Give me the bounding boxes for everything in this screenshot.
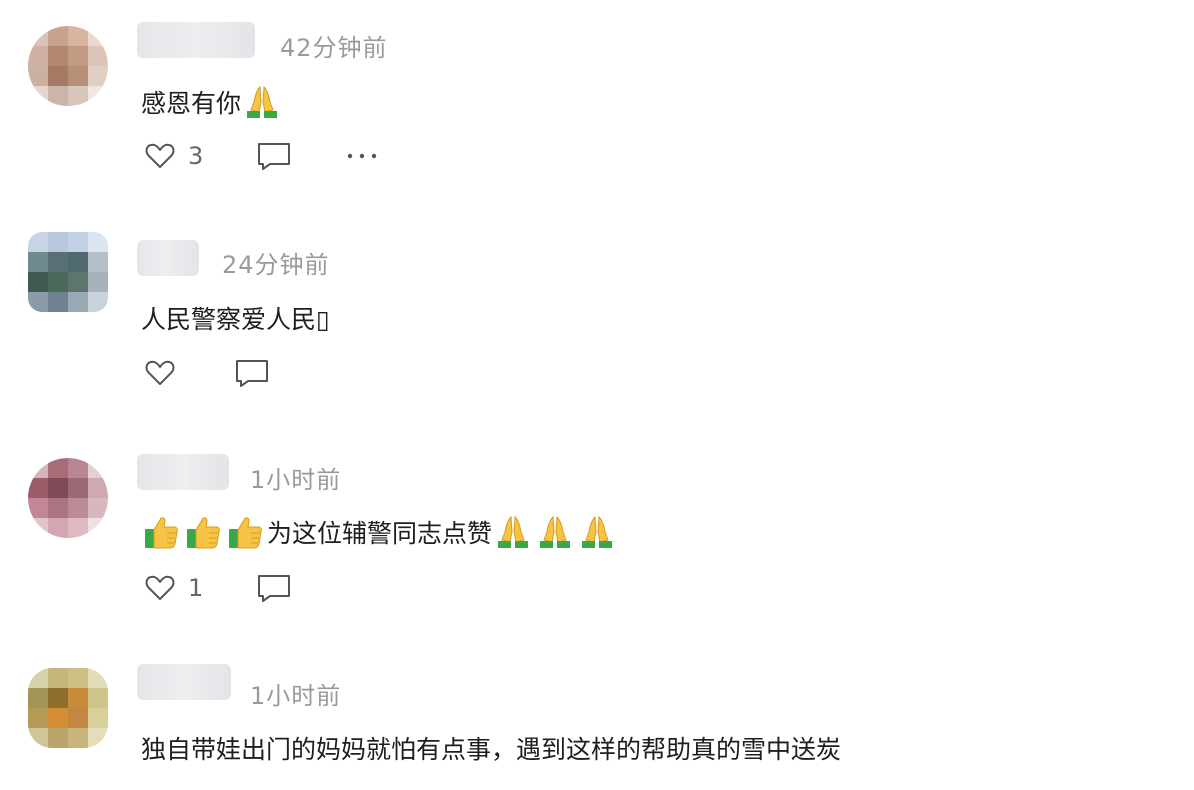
folded-hands-emoji — [536, 514, 574, 550]
comment-text: 为这位辅警同志点赞 — [141, 512, 618, 552]
avatar[interactable] — [28, 458, 108, 538]
comment-text: 独自带娃出门的妈妈就怕有点事，遇到这样的帮助真的雪中送炭 — [141, 730, 841, 766]
heart-outline-icon — [144, 140, 176, 172]
thumbs-up-emoji — [227, 514, 265, 550]
reply-button[interactable] — [256, 140, 292, 172]
folded-hands-emoji — [578, 514, 616, 550]
comment-time: 1小时前 — [250, 682, 342, 710]
comment-text-content: 独自带娃出门的妈妈就怕有点事，遇到这样的帮助真的雪中送炭 — [141, 735, 842, 764]
comment-text-content: 感恩有你 — [141, 89, 242, 118]
like-button[interactable] — [144, 357, 218, 389]
username-blurred[interactable] — [137, 664, 231, 700]
reply-button[interactable] — [256, 572, 292, 604]
username-blurred[interactable] — [137, 240, 199, 276]
avatar[interactable] — [28, 668, 108, 748]
comment-time: 24分钟前 — [222, 251, 330, 279]
ellipsis-icon — [346, 152, 378, 160]
comment-actions: 3 — [144, 136, 378, 176]
comment-text-content: 人民警察爱人民▯ — [141, 305, 330, 334]
folded-hands-emoji — [243, 84, 281, 120]
heart-outline-icon — [144, 357, 176, 389]
avatar[interactable] — [28, 26, 108, 106]
thumbs-up-emoji — [185, 514, 223, 550]
thumbs-up-emoji — [143, 514, 181, 550]
comment-text: 感恩有你 — [141, 84, 283, 120]
comment-time: 42分钟前 — [280, 34, 388, 62]
speech-bubble-icon — [234, 357, 270, 389]
avatar[interactable] — [28, 232, 108, 312]
like-button[interactable]: 3 — [144, 140, 218, 172]
comment-text: 人民警察爱人民▯ — [141, 300, 330, 336]
comment-actions: 1 — [144, 568, 292, 608]
comment-text-content: 为这位辅警同志点赞 — [267, 519, 493, 548]
speech-bubble-icon — [256, 140, 292, 172]
username-blurred[interactable] — [137, 22, 255, 58]
speech-bubble-icon — [256, 572, 292, 604]
comment-time: 1小时前 — [250, 466, 342, 494]
comment-actions — [144, 353, 270, 393]
username-blurred[interactable] — [137, 454, 229, 490]
heart-outline-icon — [144, 572, 176, 604]
folded-hands-emoji — [494, 514, 532, 550]
reply-button[interactable] — [234, 357, 270, 389]
like-count: 1 — [188, 574, 204, 602]
more-button[interactable] — [346, 152, 378, 160]
like-button[interactable]: 1 — [144, 572, 218, 604]
like-count: 3 — [188, 142, 204, 170]
